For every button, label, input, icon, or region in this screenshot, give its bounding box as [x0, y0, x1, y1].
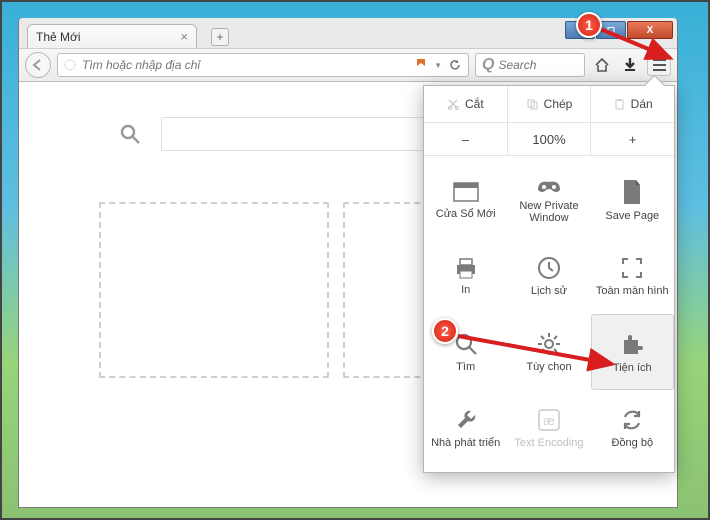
- magnifier-icon: [119, 123, 141, 145]
- new-tab-button[interactable]: +: [211, 28, 229, 46]
- encoding-icon: æ: [536, 407, 562, 433]
- search-input[interactable]: [498, 58, 578, 72]
- menu-item-label: In: [461, 284, 470, 296]
- menu-item-new-window[interactable]: Cửa Sổ Mới: [424, 162, 507, 238]
- close-tab-icon[interactable]: ×: [180, 29, 188, 44]
- private-window-icon: [534, 176, 564, 196]
- newtab-search-input[interactable]: [161, 117, 431, 151]
- tab-new[interactable]: Thẻ Mới ×: [27, 24, 197, 48]
- print-icon: [452, 256, 480, 280]
- menu-item-save-page[interactable]: Save Page: [591, 162, 674, 238]
- back-arrow-icon: [32, 59, 44, 71]
- top-site-placeholder[interactable]: [99, 202, 329, 378]
- menu-item-history[interactable]: Lịch sử: [507, 238, 590, 314]
- menu-item-label: Toàn màn hình: [596, 285, 669, 297]
- cut-icon: [447, 98, 459, 110]
- menu-paste[interactable]: Dán: [591, 86, 674, 122]
- menu-item-sync[interactable]: Đồng bộ: [591, 390, 674, 466]
- url-bar[interactable]: ▼: [57, 53, 469, 77]
- menu-item-developer[interactable]: Nhà phát triển: [424, 390, 507, 466]
- paste-icon: [613, 98, 625, 110]
- menu-item-print[interactable]: In: [424, 238, 507, 314]
- menu-item-label: Nhà phát triển: [431, 437, 500, 449]
- fullscreen-icon: [619, 255, 645, 281]
- zoom-row: – 100% +: [424, 123, 674, 156]
- menu-item-label: Lịch sử: [531, 285, 567, 297]
- copy-icon: [526, 98, 538, 110]
- search-bar[interactable]: Q: [475, 53, 585, 77]
- addons-icon: [618, 330, 646, 358]
- menu-cut[interactable]: Cắt: [424, 86, 508, 122]
- search-provider-icon: Q: [482, 56, 494, 74]
- url-dropdown-icon[interactable]: ▼: [434, 61, 442, 70]
- reload-icon[interactable]: [448, 58, 462, 72]
- menu-item-fullscreen[interactable]: Toàn màn hình: [591, 238, 674, 314]
- identity-icon: [64, 59, 76, 71]
- annotation-1: 1: [576, 12, 602, 38]
- zoom-level: 100%: [508, 123, 592, 155]
- bookmark-flag-icon[interactable]: [416, 58, 428, 72]
- tab-title: Thẻ Mới: [36, 30, 180, 44]
- url-input[interactable]: [82, 58, 410, 72]
- developer-icon: [453, 407, 479, 433]
- newtab-search-row: [119, 117, 431, 151]
- new-window-icon: [452, 180, 480, 204]
- menu-item-private-window[interactable]: New Private Window: [507, 162, 590, 238]
- annotation-arrow-2: [454, 330, 622, 374]
- menu-item-label: Cửa Sổ Mới: [436, 208, 496, 220]
- sync-icon: [619, 407, 645, 433]
- back-button[interactable]: [25, 52, 51, 78]
- save-page-icon: [621, 178, 643, 206]
- history-icon: [536, 255, 562, 281]
- menu-item-label: New Private Window: [507, 200, 590, 224]
- zoom-in-button[interactable]: +: [591, 123, 674, 155]
- toolbar: ▼ Q: [19, 48, 677, 82]
- menu-grid: Cửa Sổ Mới New Private Window Save Page In L…: [424, 156, 674, 472]
- annotation-arrow-1: [594, 22, 678, 68]
- menu-item-label: Đồng bộ: [611, 437, 653, 449]
- menu-item-encoding[interactable]: æ Text Encoding: [507, 390, 590, 466]
- menu-item-label: Save Page: [605, 210, 659, 222]
- browser-window: – ◻ X Thẻ Mới × +: [18, 18, 678, 508]
- svg-text:æ: æ: [543, 413, 555, 428]
- app-menu-panel: Cắt Chép Dán – 100% + Cửa Sổ Mới New Priv…: [423, 85, 675, 473]
- menu-item-label: Text Encoding: [514, 437, 583, 449]
- clipboard-row: Cắt Chép Dán: [424, 86, 674, 123]
- annotation-2: 2: [432, 318, 458, 344]
- zoom-out-button[interactable]: –: [424, 123, 508, 155]
- menu-copy[interactable]: Chép: [508, 86, 592, 122]
